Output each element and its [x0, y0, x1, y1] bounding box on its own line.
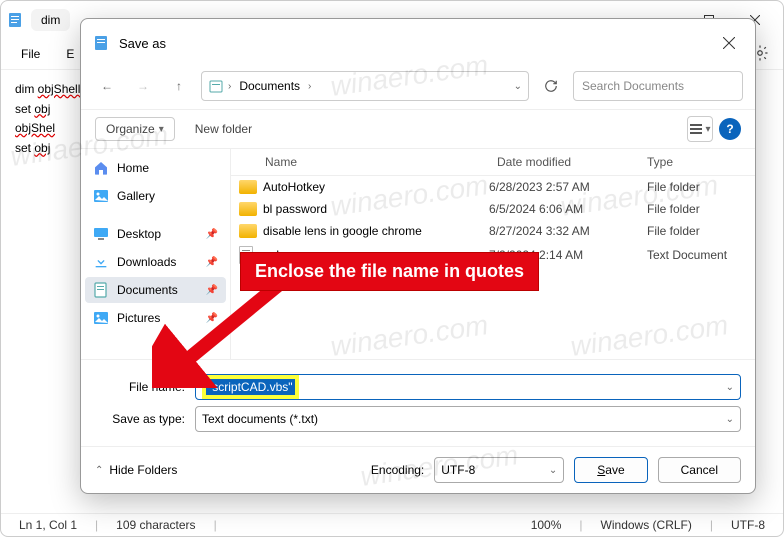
nav-back-button[interactable]: ←: [93, 72, 121, 100]
folder-icon: [239, 180, 257, 194]
documents-icon: [208, 78, 224, 94]
menu-file[interactable]: File: [15, 43, 46, 65]
sidebar-item-desktop[interactable]: Desktop📌: [85, 221, 226, 247]
pin-icon: 📌: [206, 257, 218, 268]
status-zoom: 100%: [521, 518, 572, 532]
file-row[interactable]: disable lens in google chrome8/27/2024 3…: [231, 220, 755, 242]
saveastype-select[interactable]: Text documents (*.txt) ⌄: [195, 406, 741, 432]
status-position: Ln 1, Col 1: [9, 518, 87, 532]
annotation-arrow: [152, 278, 312, 388]
dialog-toolbar: Organize ▾ New folder ▾ ?: [81, 109, 755, 149]
sidebar-item-downloads[interactable]: Downloads📌: [85, 249, 226, 275]
saveastype-label: Save as type:: [95, 412, 185, 426]
column-type[interactable]: Type: [647, 155, 747, 169]
column-name[interactable]: Name: [239, 155, 497, 169]
dialog-app-icon: [93, 35, 109, 51]
notepad-statusbar: Ln 1, Col 1| 109 characters| 100%| Windo…: [1, 513, 783, 536]
save-button[interactable]: Save: [574, 457, 647, 483]
gallery-icon: [93, 188, 109, 204]
pictures-icon: [93, 310, 109, 326]
help-button[interactable]: ?: [719, 118, 741, 140]
sidebar-item-home[interactable]: Home: [85, 155, 226, 181]
notepad-app-icon: [7, 12, 23, 28]
nav-refresh-button[interactable]: [537, 72, 565, 100]
sidebar-item-gallery[interactable]: Gallery: [85, 183, 226, 209]
saveastype-value: Text documents (*.txt): [202, 412, 318, 426]
dialog-nav: ← → ↑ › Documents › ⌄ Search Documents: [81, 67, 755, 109]
search-input[interactable]: Search Documents: [573, 71, 743, 101]
annotation-callout: Enclose the file name in quotes: [240, 252, 539, 291]
folder-icon: [239, 202, 257, 216]
tab-title: dim: [41, 13, 60, 27]
encoding-label: Encoding:: [371, 463, 424, 477]
breadcrumb-documents[interactable]: Documents: [235, 77, 304, 95]
file-row[interactable]: AutoHotkey6/28/2023 2:57 AMFile folder: [231, 176, 755, 198]
search-placeholder: Search Documents: [582, 79, 684, 93]
menu-edit[interactable]: E: [60, 43, 80, 65]
view-mode-button[interactable]: ▾: [687, 116, 713, 142]
status-charcount: 109 characters: [106, 518, 205, 532]
new-folder-button[interactable]: New folder: [189, 118, 258, 140]
documents-icon: [93, 282, 109, 298]
dialog-titlebar: Save as: [81, 19, 755, 67]
folder-icon: [239, 224, 257, 238]
column-date[interactable]: Date modified: [497, 155, 647, 169]
home-icon: [93, 160, 109, 176]
nav-up-button[interactable]: ↑: [165, 72, 193, 100]
status-encoding: UTF-8: [721, 518, 775, 532]
pin-icon: 📌: [206, 229, 218, 240]
desktop-icon: [93, 226, 109, 242]
dialog-close-button[interactable]: [715, 29, 743, 57]
organize-button[interactable]: Organize ▾: [95, 117, 175, 141]
file-list-header: Name Date modified Type: [231, 149, 755, 176]
downloads-icon: [93, 254, 109, 270]
dialog-title: Save as: [119, 36, 166, 51]
cancel-button[interactable]: Cancel: [658, 457, 741, 483]
notepad-tab[interactable]: dim: [31, 9, 70, 31]
breadcrumb[interactable]: › Documents › ⌄: [201, 71, 529, 101]
encoding-select[interactable]: UTF-8⌄: [434, 457, 564, 483]
status-eol: Windows (CRLF): [591, 518, 702, 532]
nav-forward-button[interactable]: →: [129, 72, 157, 100]
hide-folders-button[interactable]: ⌃Hide Folders: [95, 463, 177, 477]
file-row[interactable]: bl password6/5/2024 6:06 AMFile folder: [231, 198, 755, 220]
